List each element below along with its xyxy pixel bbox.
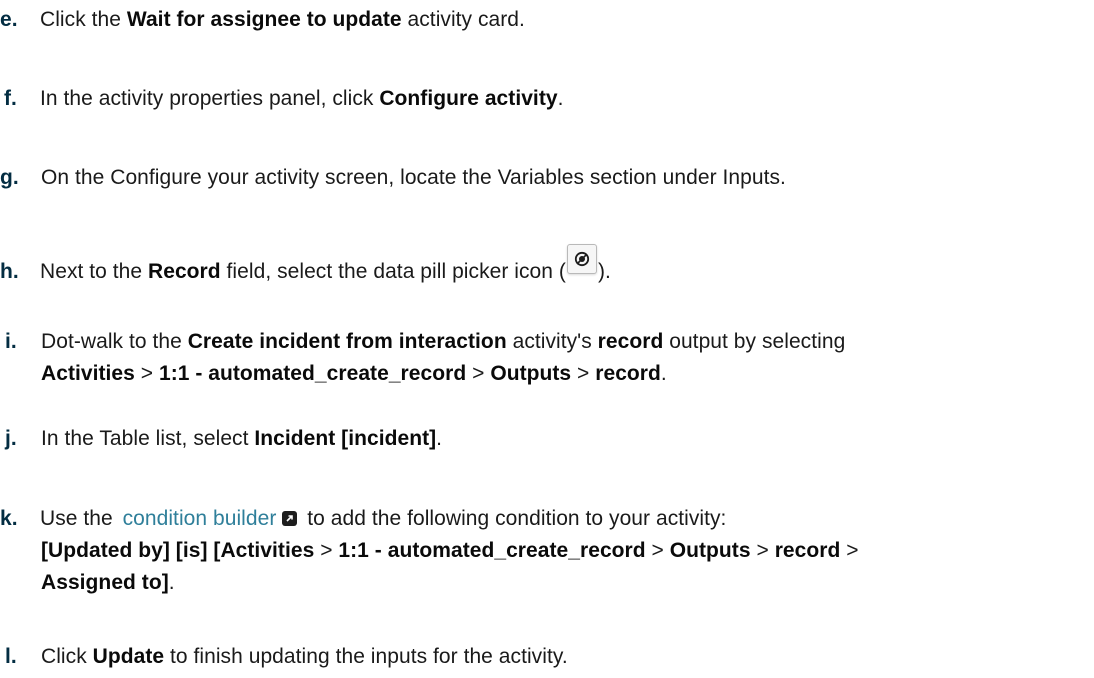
ui-term: Update xyxy=(92,645,165,668)
separator: > xyxy=(750,539,775,562)
step-text: In the activity properties panel, click xyxy=(40,87,380,110)
step-text: activity card. xyxy=(401,8,525,31)
step-text: . xyxy=(436,427,443,450)
step-continuation: Activities > 1:1 - automated_create_reco… xyxy=(0,358,1090,390)
ui-term: Activities xyxy=(41,362,135,385)
step-text: Click xyxy=(41,645,93,668)
step-letter: k. xyxy=(0,507,18,530)
step-letter: g. xyxy=(0,166,19,189)
step-g: g. On the Configure your activity screen,… xyxy=(0,162,1090,194)
ui-term: record xyxy=(774,539,841,562)
step-text: Click the xyxy=(40,8,127,31)
step-e: e. Click the Wait for assignee to update … xyxy=(0,4,1090,36)
step-letter: f. xyxy=(4,87,17,110)
ui-term: record xyxy=(597,330,664,353)
step-letter: e. xyxy=(0,8,18,31)
condition-builder-link[interactable]: condition builder xyxy=(123,507,277,530)
step-text: activity's xyxy=(506,330,598,353)
separator: > xyxy=(314,539,339,562)
step-l: l. Click Update to finish updating the in… xyxy=(0,641,1090,673)
ui-term: [Updated by] [is] [Activities xyxy=(41,539,315,562)
step-text: ). xyxy=(597,260,611,283)
step-letter: l. xyxy=(5,645,17,668)
step-f: f. In the activity properties panel, clic… xyxy=(0,83,1090,115)
separator: > xyxy=(645,539,670,562)
separator: > xyxy=(134,362,159,385)
step-j: j. In the Table list, select Incident [in… xyxy=(0,423,1090,455)
step-text: . xyxy=(660,362,667,385)
separator: > xyxy=(466,362,491,385)
step-text: to add the following condition to your a… xyxy=(301,507,727,530)
ui-term: Wait for assignee to update xyxy=(126,8,402,31)
step-text: to finish updating the inputs for the ac… xyxy=(164,645,568,668)
step-text: Dot-walk to the xyxy=(41,330,188,353)
ui-term: Outputs xyxy=(669,539,751,562)
step-text: output by selecting xyxy=(663,330,846,353)
ui-term: 1:1 - automated_create_record xyxy=(338,539,646,562)
ui-term: Incident [incident] xyxy=(254,427,437,450)
step-i: i. Dot-walk to the Create incident from i… xyxy=(0,326,1090,390)
step-letter: h. xyxy=(0,260,19,283)
ui-term: 1:1 - automated_create_record xyxy=(158,362,467,385)
ui-term: Record xyxy=(148,260,221,283)
step-k: k. Use the condition builder to add the f… xyxy=(0,503,1090,599)
step-text: In the Table list, select xyxy=(41,427,255,450)
step-continuation: [Updated by] [is] [Activities > 1:1 - au… xyxy=(0,535,1090,567)
instruction-steps: e. Click the Wait for assignee to update … xyxy=(0,0,1094,678)
separator: > xyxy=(840,539,859,562)
step-letter: i. xyxy=(5,330,17,353)
step-text: . xyxy=(557,87,564,110)
separator: > xyxy=(571,362,596,385)
ui-term: Create incident from interaction xyxy=(187,330,507,353)
ui-term: Assigned to] xyxy=(41,571,169,594)
ui-term: Outputs xyxy=(490,362,572,385)
step-text: . xyxy=(168,571,175,594)
ui-term: record xyxy=(595,362,661,385)
step-text: On the Configure your activity screen, l… xyxy=(41,166,786,189)
step-h: h. Next to the Record field, select the d… xyxy=(0,244,1090,288)
step-text: field, select the data pill picker icon … xyxy=(220,260,566,283)
external-link-icon[interactable] xyxy=(282,511,298,526)
step-continuation: Assigned to]. xyxy=(0,567,1090,599)
step-text: Next to the xyxy=(40,260,148,283)
step-letter: j. xyxy=(5,427,17,450)
ui-term: Configure activity xyxy=(379,87,558,110)
step-text: Use the xyxy=(40,507,119,530)
data-pill-picker-icon xyxy=(566,244,597,274)
